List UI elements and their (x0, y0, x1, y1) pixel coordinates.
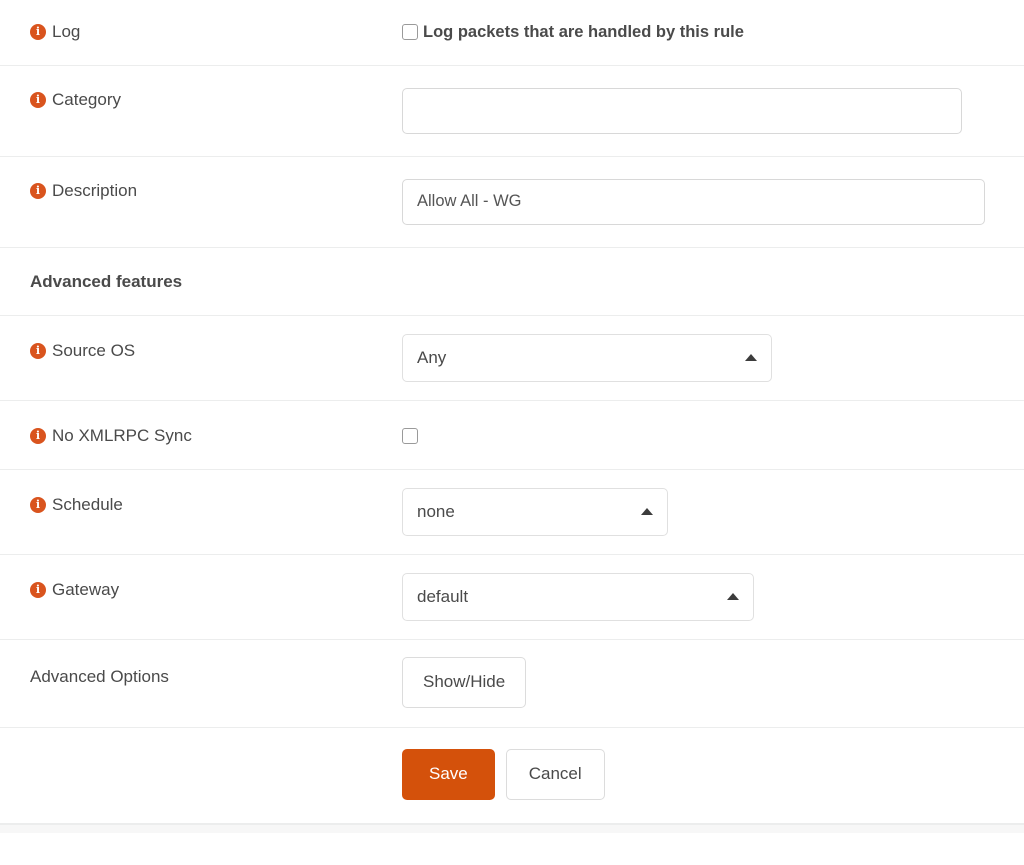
footer-strip (0, 823, 1024, 833)
save-button[interactable]: Save (402, 748, 495, 800)
info-icon[interactable]: i (30, 182, 46, 199)
form-row-source-os: i Source OS Any (0, 315, 1024, 401)
label-description: Description (52, 180, 138, 200)
chevron-up-icon (641, 508, 653, 516)
firewall-rule-form: i Log Log packets that are handled by th… (0, 0, 1024, 833)
row-label-category: i Category (0, 66, 402, 110)
category-input[interactable] (402, 87, 962, 134)
log-checkbox-label: Log packets that are handled by this rul… (423, 23, 744, 41)
row-field-description (402, 157, 1024, 247)
form-row-category: i Category (0, 65, 1024, 157)
row-label-no-xmlrpc-sync: i No XMLRPC Sync (0, 401, 402, 446)
info-icon[interactable]: i (30, 581, 46, 598)
row-label-description: i Description (0, 157, 402, 201)
label-no-xmlrpc-sync: No XMLRPC Sync (52, 425, 192, 445)
no-xmlrpc-sync-checkbox[interactable] (402, 427, 418, 444)
info-icon-glyph: i (35, 582, 41, 596)
label-log: Log (52, 22, 81, 41)
info-icon[interactable]: i (30, 342, 46, 359)
section-header-advanced-features: Advanced features (0, 248, 1024, 316)
info-icon-glyph: i (35, 92, 41, 106)
row-field-category (402, 66, 1024, 156)
schedule-select[interactable]: none (402, 487, 668, 536)
info-icon[interactable]: i (30, 496, 46, 513)
schedule-selected-value: none (417, 501, 455, 521)
log-checkbox-wrapper[interactable]: Log packets that are handled by this rul… (402, 22, 744, 43)
info-icon-glyph: i (35, 428, 41, 442)
chevron-up-icon (727, 593, 739, 601)
form-row-schedule: i Schedule none (0, 469, 1024, 555)
no-xmlrpc-sync-checkbox-wrapper[interactable] (402, 426, 423, 444)
row-label-source-os: i Source OS (0, 316, 402, 361)
info-icon[interactable]: i (30, 24, 46, 40)
info-icon-glyph: i (35, 343, 41, 357)
show-hide-advanced-options-button[interactable]: Show/Hide (402, 656, 527, 708)
row-field-gateway: default (402, 555, 1024, 639)
label-advanced-options: Advanced Options (30, 666, 169, 686)
form-row-description: i Description (0, 156, 1024, 248)
source-os-selected-value: Any (417, 347, 447, 367)
row-field-schedule: none (402, 470, 1024, 554)
info-icon-glyph: i (35, 497, 41, 511)
label-gateway: Gateway (52, 579, 120, 599)
row-label-log: i Log (0, 0, 402, 42)
gateway-select[interactable]: default (402, 572, 754, 621)
source-os-select[interactable]: Any (402, 333, 772, 382)
info-icon-glyph: i (35, 25, 41, 38)
section-heading-text: Advanced features (30, 271, 183, 291)
row-field-no-xmlrpc-sync (402, 401, 1024, 469)
gateway-selected-value: default (417, 586, 469, 606)
row-field-actions: Save Cancel (402, 728, 1024, 823)
info-icon-glyph: i (35, 183, 41, 197)
label-source-os: Source OS (52, 340, 136, 360)
info-icon[interactable]: i (30, 427, 46, 444)
row-field-advanced-options: Show/Hide (402, 640, 1024, 727)
row-label-schedule: i Schedule (0, 470, 402, 515)
description-input[interactable] (402, 178, 985, 225)
chevron-up-icon (745, 354, 757, 362)
row-field-source-os: Any (402, 316, 1024, 400)
cancel-button[interactable]: Cancel (505, 748, 605, 800)
label-category: Category (52, 89, 121, 109)
row-label-advanced-options: Advanced Options (0, 640, 402, 687)
form-row-gateway: i Gateway default (0, 554, 1024, 640)
form-row-no-xmlrpc-sync: i No XMLRPC Sync (0, 400, 1024, 470)
form-row-advanced-options: Advanced Options Show/Hide (0, 639, 1024, 728)
row-label-gateway: i Gateway (0, 555, 402, 600)
log-checkbox[interactable] (402, 24, 418, 40)
label-schedule: Schedule (52, 494, 123, 514)
form-row-actions: Save Cancel (0, 727, 1024, 824)
row-field-log: Log packets that are handled by this rul… (402, 0, 1024, 65)
form-row-log: i Log Log packets that are handled by th… (0, 0, 1024, 66)
info-icon[interactable]: i (30, 91, 46, 108)
